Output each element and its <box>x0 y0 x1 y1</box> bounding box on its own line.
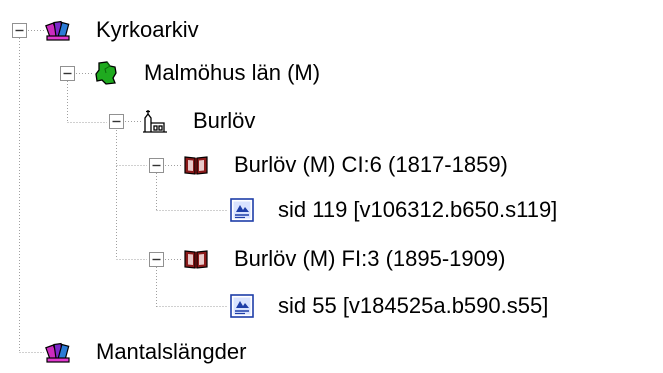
collapse-toggle-icon[interactable] <box>12 23 27 38</box>
collapse-toggle-icon[interactable] <box>109 114 124 129</box>
tree-node-label: sid 55 [v184525a.b590.s55] <box>278 293 549 318</box>
tree-node-label: Kyrkoarkiv <box>96 17 199 42</box>
collapse-toggle-icon[interactable] <box>149 252 164 267</box>
open-book-icon <box>184 156 208 175</box>
tree-node-label: Burlöv (M) FI:3 (1895-1909) <box>234 246 506 271</box>
county-map-icon <box>95 61 117 85</box>
archive-tree-view[interactable]: Kyrkoarkiv Malmöhus län (M) Burlöv Burlö… <box>0 0 663 373</box>
tree-node-label: Mantalslängder <box>96 339 247 364</box>
collapse-toggle-icon[interactable] <box>60 66 75 81</box>
page-image-icon <box>230 198 254 222</box>
tree-node-label: Burlöv <box>193 108 256 133</box>
page-image-icon <box>230 294 254 318</box>
parish-church-icon <box>143 110 167 133</box>
tree-node-label: Malmöhus län (M) <box>144 60 321 85</box>
tree-node-label: Burlöv (M) CI:6 (1817-1859) <box>234 152 508 177</box>
open-book-icon <box>184 250 208 269</box>
archive-books-icon <box>45 342 70 363</box>
collapse-toggle-icon[interactable] <box>149 158 164 173</box>
tree-node-label: sid 119 [v106312.b650.s119] <box>278 197 558 222</box>
archive-books-icon <box>45 20 70 41</box>
